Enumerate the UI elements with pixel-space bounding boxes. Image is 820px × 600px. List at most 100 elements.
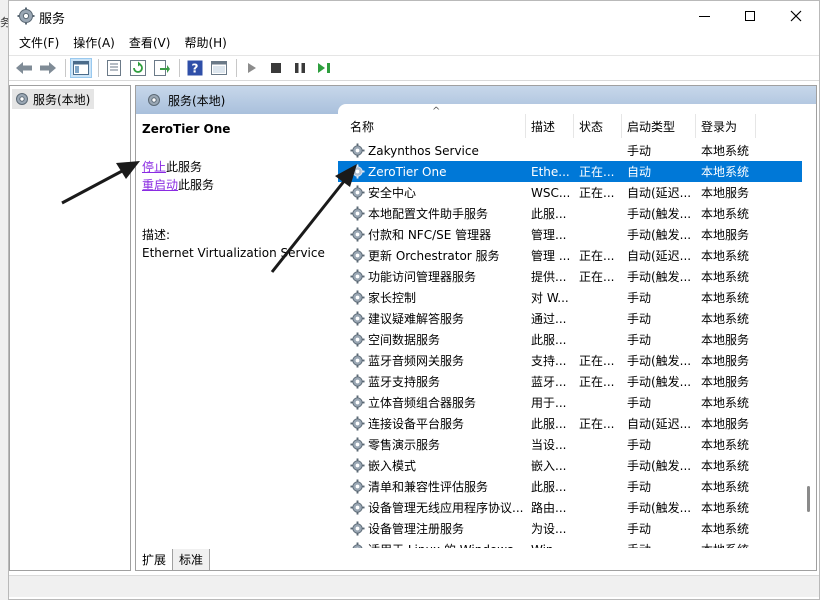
service-description-cell-text: WSC... — [531, 185, 571, 200]
service-name-cell: 功能访问管理器服务 — [338, 266, 526, 287]
show-hide-tree-button[interactable] — [70, 58, 92, 78]
close-button[interactable] — [773, 1, 819, 31]
table-row[interactable]: 立体音频组合器服务 用于... 手动 本地系统 — [338, 392, 816, 413]
stop-service-link[interactable]: 停止 — [142, 160, 166, 174]
table-row-selected[interactable]: ZeroTier One Ethe... 正在... 自动 本地系统 — [338, 161, 816, 182]
service-startup-type-cell-text: 自动 — [627, 165, 652, 179]
services-window: 服务 文件(F) 操作(A) 查看(V) 帮助(H) ? 服务(本地) 服务(本… — [8, 0, 820, 600]
table-row[interactable]: 连接设备平台服务 此服... 正在... 自动(延迟... 本地服务 — [338, 413, 816, 434]
column-header-status[interactable]: 状态 — [574, 114, 622, 138]
table-row[interactable]: Zakynthos Service 手动 本地系统 — [338, 140, 816, 161]
back-button[interactable] — [13, 58, 35, 78]
service-name-cell: 蓝牙音频网关服务 — [338, 350, 526, 371]
table-row[interactable]: 设备管理注册服务 为设... 手动 本地系统 — [338, 518, 816, 539]
column-header-logon-as[interactable]: 登录为 — [696, 114, 756, 138]
service-description-cell-text: 管理 ... — [531, 249, 571, 263]
help-button[interactable]: ? — [184, 58, 206, 78]
service-gear-icon — [350, 206, 365, 221]
table-row[interactable]: 嵌入模式 嵌入... 手动(触发... 本地系统 — [338, 455, 816, 476]
service-name-cell-text: 设备管理注册服务 — [368, 522, 465, 536]
service-logon-cell: 本地系统 — [696, 476, 756, 497]
menu-view[interactable]: 查看(V) — [125, 34, 175, 51]
restart-service-link[interactable]: 重启动 — [142, 178, 178, 192]
service-startup-type-cell-text: 手动(触发... — [627, 207, 692, 221]
tab-standard[interactable]: 标准 — [172, 549, 211, 571]
restart-action-suffix: 此服务 — [178, 178, 215, 192]
title-bar[interactable]: 服务 — [9, 1, 819, 31]
service-logon-cell: 本地系统 — [696, 266, 756, 287]
service-logon-cell-text: 本地系统 — [701, 541, 749, 548]
service-name-cell: 嵌入模式 — [338, 455, 526, 476]
table-row[interactable]: 功能访问管理器服务 提供... 正在... 手动(触发... 本地系统 — [338, 266, 816, 287]
minimize-icon — [698, 15, 710, 17]
refresh-button[interactable] — [127, 58, 149, 78]
refresh-icon — [130, 60, 146, 76]
service-name-cell-text: Zakynthos Service — [368, 143, 479, 158]
column-header-name[interactable]: 名称 — [338, 114, 526, 138]
table-row[interactable]: 安全中心 WSC... 正在... 自动(延迟... 本地服务 — [338, 182, 816, 203]
column-header-description[interactable]: 描述 — [526, 114, 574, 138]
service-name-cell: 家长控制 — [338, 287, 526, 308]
service-gear-icon — [350, 353, 365, 368]
pause-service-button[interactable] — [289, 58, 311, 78]
service-name-cell-text: 更新 Orchestrator 服务 — [368, 249, 500, 263]
service-name-cell: 本地配置文件助手服务 — [338, 203, 526, 224]
service-description-cell-text: 对 W... — [531, 291, 569, 305]
table-row[interactable]: 家长控制 对 W... 手动 本地系统 — [338, 287, 816, 308]
table-row[interactable]: 适用于 Linux 的 Windows ... Win... 手动 本地系统 — [338, 539, 816, 548]
tab-extended[interactable]: 扩展 — [135, 549, 174, 571]
table-row[interactable]: 清单和兼容性评估服务 此服... 手动 本地系统 — [338, 476, 816, 497]
table-row[interactable]: 零售演示服务 当设... 手动 本地系统 — [338, 434, 816, 455]
service-name-cell: 建议疑难解答服务 — [338, 308, 526, 329]
service-status-cell — [574, 392, 622, 413]
service-startup-type-cell: 手动 — [622, 287, 696, 308]
table-row[interactable]: 建议疑难解答服务 通过... 手动 本地系统 — [338, 308, 816, 329]
service-status-cell: 正在... — [574, 371, 622, 392]
stop-service-button[interactable] — [265, 58, 287, 78]
service-logon-cell-text: 本地系统 — [701, 438, 750, 452]
service-logon-cell: 本地系统 — [696, 308, 756, 329]
service-name-cell: 立体音频组合器服务 — [338, 392, 526, 413]
service-startup-type-cell: 手动 — [622, 329, 696, 350]
service-startup-type-cell-text: 手动 — [627, 480, 652, 494]
column-header-startup-type[interactable]: 启动类型 — [622, 114, 696, 138]
restart-service-button[interactable] — [313, 58, 335, 78]
forward-button[interactable] — [37, 58, 59, 78]
service-startup-type-cell: 手动(触发... — [622, 203, 696, 224]
service-gear-icon — [350, 437, 365, 452]
table-row[interactable]: 设备管理无线应用程序协议... 路由... 手动(触发... 本地系统 — [338, 497, 816, 518]
service-description-cell-text: 用于... — [531, 396, 567, 410]
tree-item-services-local[interactable]: 服务(本地) — [12, 89, 95, 109]
scrollbar-thumb[interactable] — [807, 486, 810, 512]
table-row[interactable]: 更新 Orchestrator 服务 管理 ... 正在... 自动(延迟... 本地系… — [338, 245, 816, 266]
table-row[interactable]: 蓝牙支持服务 蓝牙... 正在... 手动(触发... 本地服务 — [338, 371, 816, 392]
service-description-cell: 此服... — [526, 203, 574, 224]
services-main-pane: 服务(本地) ZeroTier One 停止此服务 重启动此服务 描述: Eth… — [135, 85, 817, 571]
export-list-button[interactable] — [151, 58, 173, 78]
table-row[interactable]: 付款和 NFC/SE 管理器 管理... 手动(触发... 本地服务 — [338, 224, 816, 245]
service-logon-cell-text: 本地系统 — [701, 270, 750, 284]
table-row[interactable]: 蓝牙音频网关服务 支持... 正在... 手动(触发... 本地服务 — [338, 350, 816, 371]
properties-button[interactable] — [103, 58, 125, 78]
service-name-cell-text: 蓝牙支持服务 — [368, 375, 441, 389]
service-startup-type-cell: 手动(触发... — [622, 350, 696, 371]
service-description-cell: 对 W... — [526, 287, 574, 308]
maximize-button[interactable] — [727, 1, 773, 31]
service-description-cell-text: 管理... — [531, 228, 567, 242]
service-status-cell: 正在... — [574, 266, 622, 287]
service-startup-type-cell: 手动(触发... — [622, 371, 696, 392]
menu-help[interactable]: 帮助(H) — [180, 34, 230, 51]
table-row[interactable]: 空间数据服务 此服... 手动 本地服务 — [338, 329, 816, 350]
minimize-button[interactable] — [681, 1, 727, 31]
service-startup-type-cell-text: 手动 — [627, 333, 652, 347]
back-icon — [16, 62, 32, 74]
service-status-cell: 正在... — [574, 350, 622, 371]
vertical-scrollbar[interactable] — [802, 114, 816, 548]
description-label: 描述: — [142, 228, 171, 242]
start-service-button[interactable] — [241, 58, 263, 78]
service-startup-type-cell-text: 手动 — [627, 522, 652, 536]
table-row[interactable]: 本地配置文件助手服务 此服... 手动(触发... 本地系统 — [338, 203, 816, 224]
menu-action[interactable]: 操作(A) — [69, 34, 119, 51]
menu-file[interactable]: 文件(F) — [15, 34, 63, 51]
mmc-view-button[interactable] — [208, 58, 230, 78]
